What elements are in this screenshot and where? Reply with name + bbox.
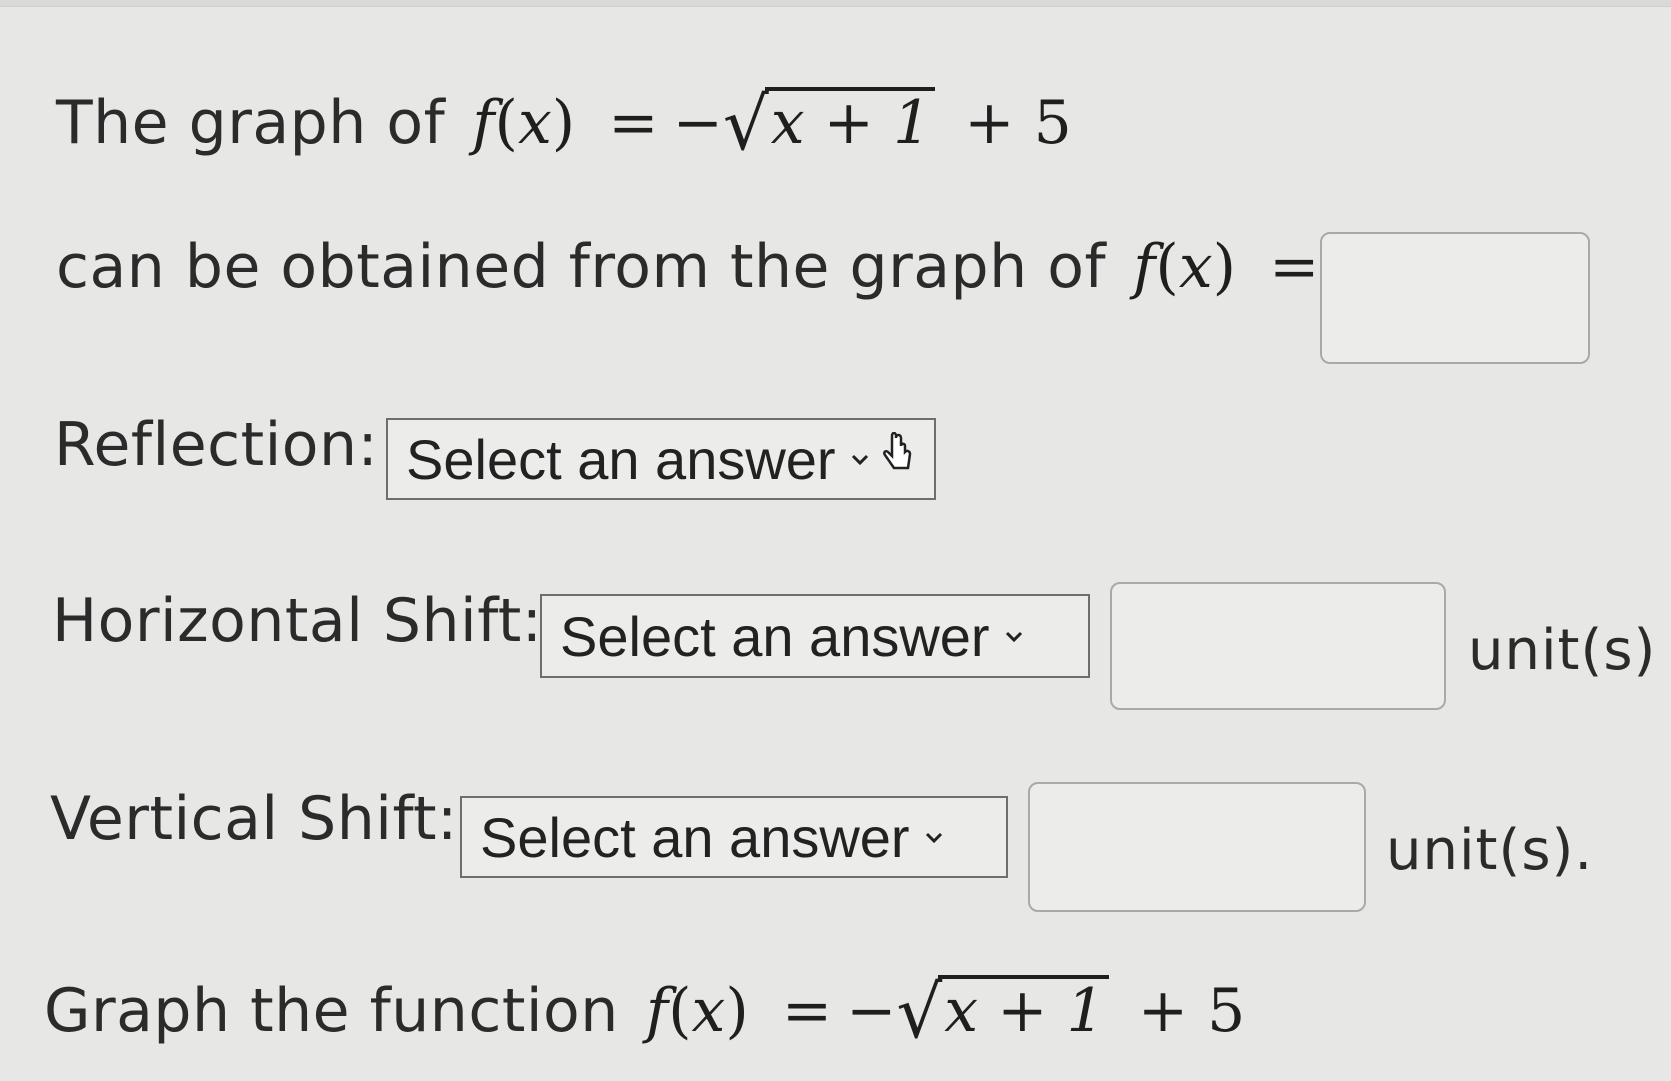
paren-open: ( <box>494 88 518 158</box>
function-name: f <box>1133 232 1156 302</box>
graph-instruction-text: Graph the function <box>44 976 619 1046</box>
minus-sign: − <box>846 976 897 1046</box>
paren-open: ( <box>668 976 692 1046</box>
function-expression-2: f(x) = <box>1133 232 1319 302</box>
equals-sign: = <box>781 976 833 1046</box>
equals-sign: = <box>608 88 659 158</box>
radicand: x + 1 <box>764 87 936 153</box>
constant-term: + 5 <box>1137 976 1246 1046</box>
variable-x: x <box>691 976 726 1046</box>
question-line-1: The graph of f(x) = −√x + 1 + 5 <box>56 82 1072 166</box>
minus-sign: − <box>672 88 723 158</box>
equals-sign: = <box>1269 232 1320 302</box>
chevron-down-icon <box>925 832 942 844</box>
constant-term: + 5 <box>964 88 1072 158</box>
function-expression-1: f(x) = −√x + 1 + 5 <box>472 82 1072 166</box>
vertical-shift-select[interactable]: Select an answer <box>460 796 1008 878</box>
paren-open: ( <box>1155 232 1179 302</box>
radical-icon: √ <box>722 82 769 166</box>
paren-close: ) <box>551 88 576 158</box>
reflection-select-value: Select an answer <box>406 427 836 491</box>
question-line-1-text: The graph of <box>56 88 446 158</box>
horizontal-shift-unit-label: unit(s) <box>1468 618 1657 683</box>
radical-icon: √ <box>896 970 943 1054</box>
vertical-shift-select-value: Select an answer <box>480 805 910 869</box>
top-divider <box>0 0 1671 7</box>
square-root: √x + 1 <box>896 970 1109 1054</box>
horizontal-shift-select-value: Select an answer <box>560 604 990 668</box>
vertical-shift-units-input[interactable] <box>1028 782 1366 912</box>
reflection-select[interactable]: Select an answer <box>386 418 936 500</box>
paren-close: ) <box>725 976 749 1046</box>
horizontal-shift-units-input[interactable] <box>1110 582 1446 710</box>
variable-x: x <box>1178 232 1213 302</box>
horizontal-shift-label: Horizontal Shift: <box>52 586 543 656</box>
paren-close: ) <box>1212 232 1237 302</box>
hand-pointer-icon <box>883 432 912 470</box>
graph-instruction: Graph the function f(x) = −√x + 1 + 5 <box>44 970 1245 1054</box>
square-root: √x + 1 <box>722 82 936 166</box>
horizontal-shift-select[interactable]: Select an answer <box>540 594 1090 678</box>
reflection-label: Reflection: <box>54 410 379 480</box>
variable-x: x <box>517 88 552 158</box>
parent-function-input[interactable] <box>1320 232 1590 364</box>
chevron-down-icon <box>1005 631 1022 643</box>
vertical-shift-unit-label: unit(s). <box>1386 818 1594 883</box>
function-expression-3: f(x) = −√x + 1 + 5 <box>645 970 1246 1054</box>
question-line-2: can be obtained from the graph of f(x) = <box>56 232 1319 302</box>
chevron-down-icon <box>851 454 868 466</box>
vertical-shift-label: Vertical Shift: <box>50 784 458 854</box>
question-line-2-text: can be obtained from the graph of <box>56 232 1107 302</box>
function-name: f <box>472 88 495 158</box>
function-name: f <box>645 976 669 1046</box>
radicand: x + 1 <box>938 975 1109 1041</box>
